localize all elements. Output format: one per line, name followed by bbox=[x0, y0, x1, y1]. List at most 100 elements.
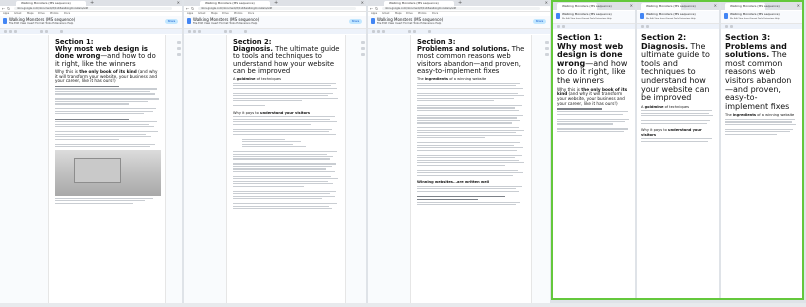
tasks-icon[interactable] bbox=[177, 53, 181, 56]
text-line bbox=[233, 180, 329, 182]
document-page[interactable]: Section 3: Problems and solutions. The mo… bbox=[410, 35, 532, 303]
redo-icon[interactable] bbox=[646, 25, 649, 28]
keep-icon[interactable] bbox=[361, 47, 365, 50]
formatting-toolbar bbox=[0, 29, 182, 34]
undo-icon[interactable] bbox=[188, 30, 191, 33]
subheading-bold-text: goldmine bbox=[644, 104, 664, 109]
document-page[interactable]: Section 1: Why most web design is done wr… bbox=[48, 35, 166, 303]
link-icon[interactable] bbox=[60, 30, 63, 33]
redo-icon[interactable] bbox=[730, 25, 733, 28]
text-line bbox=[725, 131, 791, 133]
print-icon[interactable] bbox=[198, 30, 201, 33]
subheading-text: The bbox=[725, 113, 733, 118]
calendar-icon[interactable] bbox=[177, 41, 181, 44]
close-window-icon[interactable]: ✕ bbox=[361, 1, 364, 5]
undo-icon[interactable] bbox=[557, 25, 560, 28]
zoomed-docs-window-3: Walking Monsters (MS sequence) ✕ Walking… bbox=[721, 2, 802, 298]
back-icon[interactable]: ← bbox=[370, 6, 373, 11]
browser-tab[interactable]: Walking Monsters (MS sequence) bbox=[557, 3, 612, 10]
page-content: Section 2: Diagnosis. The ultimate guide … bbox=[233, 38, 341, 210]
italic-icon[interactable] bbox=[229, 30, 232, 33]
bold-icon[interactable] bbox=[40, 30, 43, 33]
subheading-text: of techniques bbox=[255, 77, 281, 82]
embedded-image[interactable] bbox=[55, 150, 161, 197]
text-line bbox=[233, 97, 338, 99]
section-heading: Section 2: Diagnosis. The ultimate guide … bbox=[233, 38, 341, 75]
docs-logo-icon[interactable] bbox=[371, 18, 375, 24]
docs-menu-bar[interactable]: File Edit View Insert Format Tools Exten… bbox=[562, 17, 612, 21]
undo-icon[interactable] bbox=[725, 25, 728, 28]
share-button[interactable]: Share bbox=[165, 19, 178, 24]
close-window-icon[interactable]: ✕ bbox=[714, 4, 717, 8]
lead-paragraph: Why this is the only book of its kind (a… bbox=[55, 69, 161, 84]
docs-logo-icon[interactable] bbox=[187, 18, 191, 24]
document-page[interactable]: Section 2: Diagnosis. The ultimate guide … bbox=[226, 35, 346, 303]
redo-icon[interactable] bbox=[193, 30, 196, 33]
text-line bbox=[417, 107, 515, 109]
reload-icon[interactable]: ↻ bbox=[375, 6, 378, 11]
close-window-icon[interactable]: ✕ bbox=[545, 1, 548, 5]
calendar-icon[interactable] bbox=[545, 41, 549, 44]
page-content: Section 1: Why most web design is done wr… bbox=[55, 38, 161, 204]
tasks-icon[interactable] bbox=[545, 53, 549, 56]
italic-icon[interactable] bbox=[45, 30, 48, 33]
docs-menu-bar[interactable]: File Edit View Insert Format Tools Exten… bbox=[646, 17, 696, 21]
url-input[interactable]: docs.google.com/document/d/1xK3walkingmo… bbox=[198, 7, 356, 10]
docs-logo-icon[interactable] bbox=[640, 13, 644, 19]
text-line bbox=[417, 195, 505, 198]
undo-icon[interactable] bbox=[4, 30, 7, 33]
bold-icon[interactable] bbox=[408, 30, 411, 33]
undo-icon[interactable] bbox=[641, 25, 644, 28]
text-line bbox=[641, 140, 708, 142]
close-window-icon[interactable]: ✕ bbox=[797, 4, 800, 8]
text-line bbox=[55, 123, 150, 125]
browser-tab[interactable]: Walking Monsters (MS sequence) bbox=[725, 3, 780, 10]
undo-icon[interactable] bbox=[372, 30, 375, 33]
reload-icon[interactable]: ↻ bbox=[191, 6, 194, 11]
text-line bbox=[417, 85, 516, 87]
back-icon[interactable]: ← bbox=[2, 6, 5, 11]
text-line bbox=[417, 162, 524, 164]
tab-title: Walking Monsters (MS sequence) bbox=[562, 4, 612, 8]
text-line bbox=[233, 128, 333, 130]
back-icon[interactable]: ← bbox=[186, 6, 189, 11]
print-icon[interactable] bbox=[382, 30, 385, 33]
url-input[interactable]: docs.google.com/document/d/1xK3walkingmo… bbox=[14, 7, 172, 10]
section-heading: Section 1: Why most web design is done wr… bbox=[55, 38, 161, 68]
italic-icon[interactable] bbox=[413, 30, 416, 33]
reload-icon[interactable]: ↻ bbox=[7, 6, 10, 11]
link-icon[interactable] bbox=[244, 30, 247, 33]
docs-menu-bar[interactable]: File Edit View Insert Format Tools Exten… bbox=[730, 17, 780, 21]
tasks-icon[interactable] bbox=[361, 53, 365, 56]
url-input[interactable]: docs.google.com/document/d/1xK3walkingmo… bbox=[382, 7, 540, 10]
docs-menu-bar[interactable]: File Edit View Insert Format Tools Exten… bbox=[193, 22, 257, 26]
close-window-icon[interactable]: ✕ bbox=[177, 1, 180, 5]
docs-menu-bar[interactable]: File Edit View Insert Format Tools Exten… bbox=[9, 22, 73, 26]
text-line bbox=[417, 134, 522, 136]
redo-icon[interactable] bbox=[562, 25, 565, 28]
share-button[interactable]: Share bbox=[349, 19, 362, 24]
document-canvas: Section 2: Diagnosis. The ultimate guide … bbox=[184, 35, 366, 303]
docs-logo-icon[interactable] bbox=[724, 13, 728, 19]
docs-menu-bar[interactable]: File Edit View Insert Format Tools Exten… bbox=[377, 22, 441, 26]
redo-icon[interactable] bbox=[377, 30, 380, 33]
redo-icon[interactable] bbox=[9, 30, 12, 33]
text-line bbox=[417, 92, 519, 94]
docs-logo-icon[interactable] bbox=[3, 18, 7, 24]
text-line bbox=[417, 188, 516, 190]
section-subtitle: The ultimate guide to tools and techniqu… bbox=[641, 41, 710, 103]
text-line bbox=[557, 111, 629, 113]
link-icon[interactable] bbox=[428, 30, 431, 33]
browser-tab[interactable]: Walking Monsters (MS sequence) bbox=[641, 3, 696, 10]
calendar-icon[interactable] bbox=[361, 41, 365, 44]
keep-icon[interactable] bbox=[177, 47, 181, 50]
docs-logo-icon[interactable] bbox=[556, 13, 560, 19]
close-window-icon[interactable]: ✕ bbox=[630, 4, 633, 8]
bold-icon[interactable] bbox=[224, 30, 227, 33]
text-line bbox=[233, 205, 330, 207]
section-heading: Section 3: Problems and solutions. The mo… bbox=[725, 33, 799, 111]
subheading: A goldmine of techniques bbox=[233, 77, 341, 81]
keep-icon[interactable] bbox=[545, 47, 549, 50]
print-icon[interactable] bbox=[14, 30, 17, 33]
share-button[interactable]: Share bbox=[533, 19, 546, 24]
